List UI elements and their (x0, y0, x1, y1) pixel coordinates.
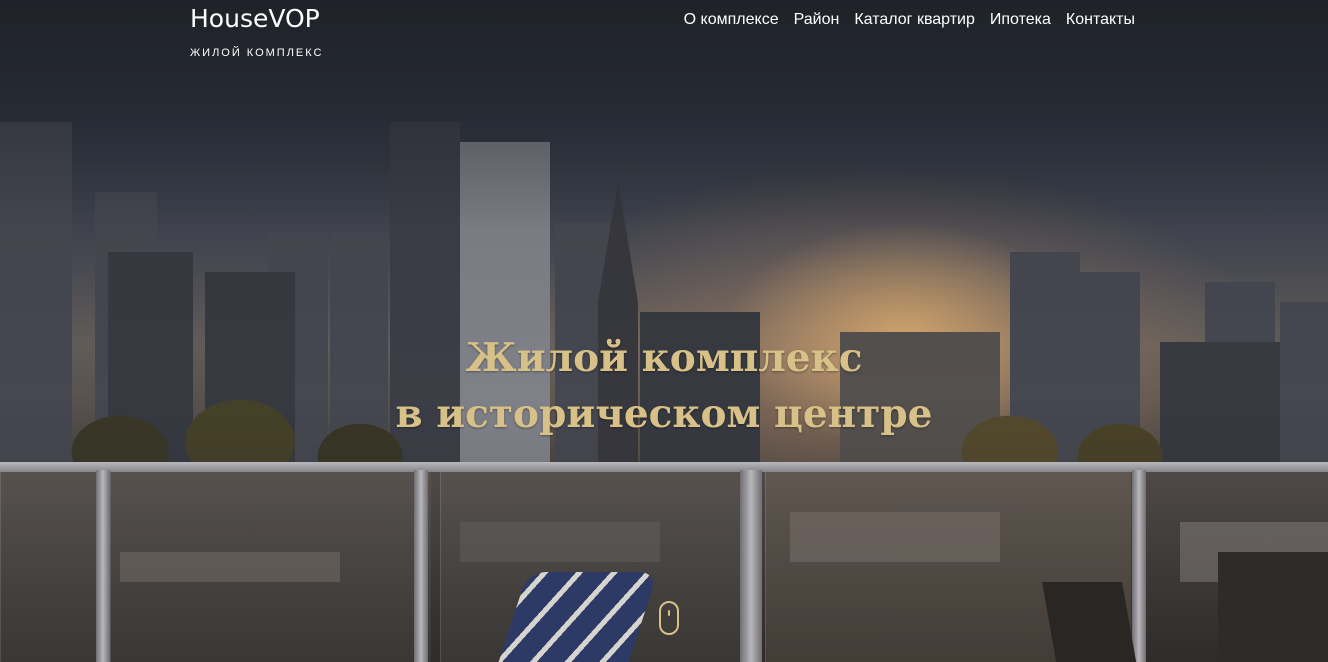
patio-chair (1042, 582, 1138, 662)
logo-tagline: ЖИЛОЙ КОМПЛЕКС (190, 47, 324, 59)
nav-item-contacts[interactable]: Контакты (1066, 10, 1135, 30)
headline-line-1: Жилой комплекс (465, 335, 863, 381)
site-header: HouseVOP ЖИЛОЙ КОМПЛЕКС О комплексе Райо… (0, 0, 1328, 70)
mouse-scroll-icon[interactable] (659, 601, 679, 635)
mouse-wheel (668, 610, 670, 616)
nav-item-mortgage[interactable]: Ипотека (990, 10, 1051, 30)
nav-item-catalog[interactable]: Каталог квартир (854, 10, 975, 30)
site-logo[interactable]: HouseVOP ЖИЛОЙ КОМПЛЕКС (190, 4, 324, 60)
glass-panel (110, 472, 431, 662)
headline-line-2: в историческом центре (395, 391, 933, 437)
patio-table (1218, 552, 1328, 662)
hero-section: HouseVOP ЖИЛОЙ КОМПЛЕКС О комплексе Райо… (0, 0, 1328, 662)
nav-item-about[interactable]: О комплексе (684, 10, 779, 30)
hero-headline: Жилой комплекс в историческом центре (0, 330, 1328, 442)
logo-title: HouseVOP (190, 4, 320, 33)
railing-post (96, 470, 110, 662)
railing-top (0, 462, 1328, 472)
main-nav: О комплексе Район Каталог квартир Ипотек… (669, 10, 1135, 30)
railing-post (1132, 470, 1146, 662)
railing-post (414, 470, 428, 662)
railing-post (740, 470, 762, 662)
glass-panel (0, 472, 101, 662)
nav-item-district[interactable]: Район (794, 10, 840, 30)
